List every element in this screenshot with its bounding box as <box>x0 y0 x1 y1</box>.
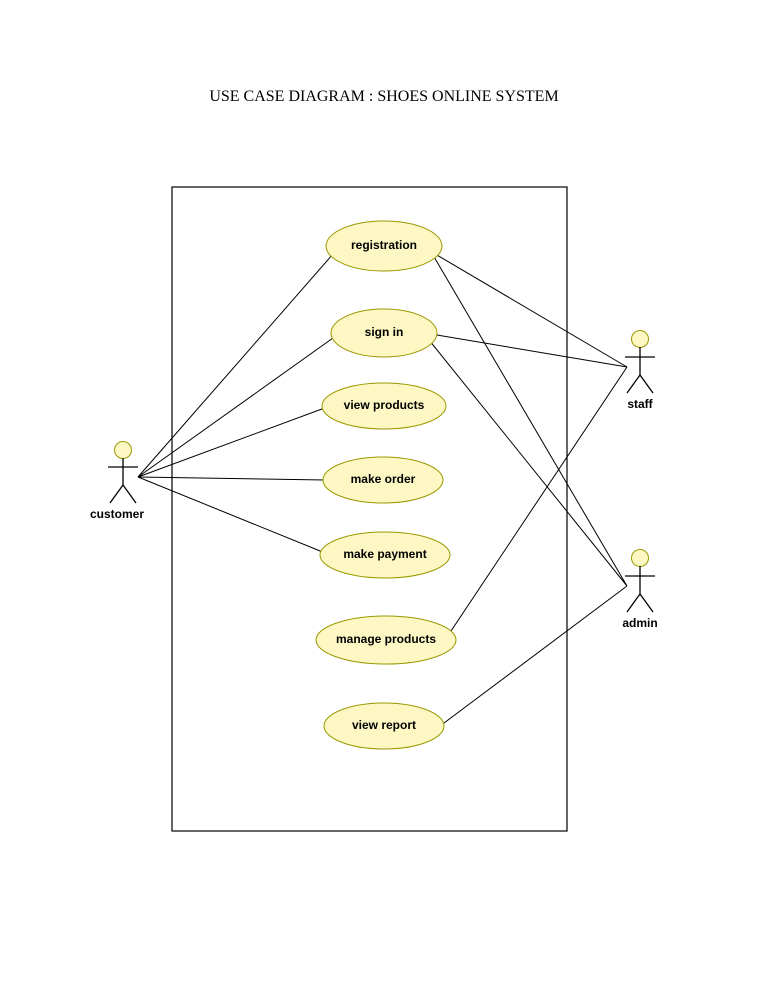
svg-text:admin: admin <box>622 616 657 630</box>
actor-staff: staff <box>625 331 655 412</box>
usecase-makepayment: make payment <box>320 532 450 578</box>
actor-admin: admin <box>622 550 657 631</box>
usecase-viewreport: view report <box>324 703 444 749</box>
actor-customer: customer <box>90 442 144 522</box>
usecase-viewproducts: view products <box>322 383 446 429</box>
usecase-signin: sign in <box>331 309 437 357</box>
usecase-manageproducts: manage products <box>316 616 456 664</box>
usecase-registration: registration <box>326 221 442 271</box>
svg-text:view report: view report <box>352 718 416 732</box>
usecase-makeorder: make order <box>323 457 443 503</box>
svg-text:view products: view products <box>344 398 425 412</box>
svg-text:make payment: make payment <box>343 547 426 561</box>
svg-text:customer: customer <box>90 507 144 521</box>
svg-text:sign in: sign in <box>365 325 404 339</box>
svg-text:make order: make order <box>351 472 416 486</box>
svg-text:manage products: manage products <box>336 632 436 646</box>
svg-text:registration: registration <box>351 238 417 252</box>
svg-text:staff: staff <box>627 397 653 411</box>
usecase-diagram: registration sign in view products make … <box>0 0 768 994</box>
